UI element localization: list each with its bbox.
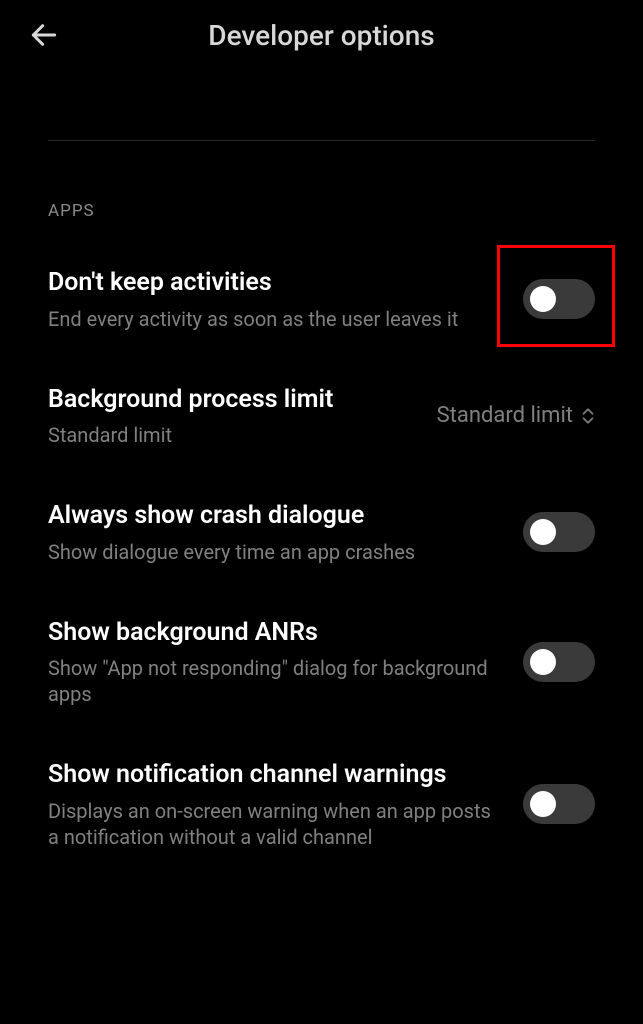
setting-subtitle: Displays an on-screen warning when an ap… bbox=[48, 798, 503, 850]
setting-text: Background process limit Standard limit bbox=[48, 384, 437, 449]
toggle-knob bbox=[530, 791, 556, 817]
setting-title: Show background ANRs bbox=[48, 617, 503, 650]
toggle-notification-warnings[interactable] bbox=[523, 784, 595, 824]
toggle-bg-anrs[interactable] bbox=[523, 642, 595, 682]
setting-subtitle: Standard limit bbox=[48, 422, 417, 448]
setting-text: Show notification channel warnings Displ… bbox=[48, 759, 523, 850]
setting-title: Always show crash dialogue bbox=[48, 500, 503, 533]
setting-title: Show notification channel warnings bbox=[48, 759, 503, 792]
toggle-knob bbox=[530, 649, 556, 675]
setting-text: Always show crash dialogue Show dialogue… bbox=[48, 500, 523, 565]
setting-text: Don't keep activities End every activity… bbox=[48, 267, 523, 332]
selector-value-wrap: Standard limit bbox=[437, 403, 595, 428]
toggle-dont-keep-activities[interactable] bbox=[523, 279, 595, 319]
page-title: Developer options bbox=[64, 19, 579, 52]
setting-subtitle: Show dialogue every time an app crashes bbox=[48, 539, 503, 565]
setting-title: Background process limit bbox=[48, 384, 417, 417]
toggle-crash-dialogue[interactable] bbox=[523, 512, 595, 552]
section-header-apps: APPS bbox=[0, 141, 643, 241]
setting-subtitle: End every activity as soon as the user l… bbox=[48, 306, 503, 332]
setting-notification-warnings[interactable]: Show notification channel warnings Displ… bbox=[0, 733, 643, 876]
setting-bg-anrs[interactable]: Show background ANRs Show "App not respo… bbox=[0, 591, 643, 734]
setting-title: Don't keep activities bbox=[48, 267, 503, 300]
toggle-knob bbox=[530, 519, 556, 545]
setting-subtitle: Show "App not responding" dialog for bac… bbox=[48, 655, 503, 707]
header: Developer options bbox=[0, 0, 643, 70]
setting-text: Show background ANRs Show "App not respo… bbox=[48, 617, 523, 708]
arrow-left-icon bbox=[28, 19, 60, 51]
toggle-knob bbox=[530, 286, 556, 312]
chevron-updown-icon bbox=[581, 407, 595, 425]
back-button[interactable] bbox=[24, 15, 64, 55]
selector-value: Standard limit bbox=[437, 403, 573, 428]
setting-bg-process-limit[interactable]: Background process limit Standard limit … bbox=[0, 358, 643, 475]
setting-dont-keep-activities[interactable]: Don't keep activities End every activity… bbox=[0, 241, 643, 358]
setting-crash-dialogue[interactable]: Always show crash dialogue Show dialogue… bbox=[0, 474, 643, 591]
